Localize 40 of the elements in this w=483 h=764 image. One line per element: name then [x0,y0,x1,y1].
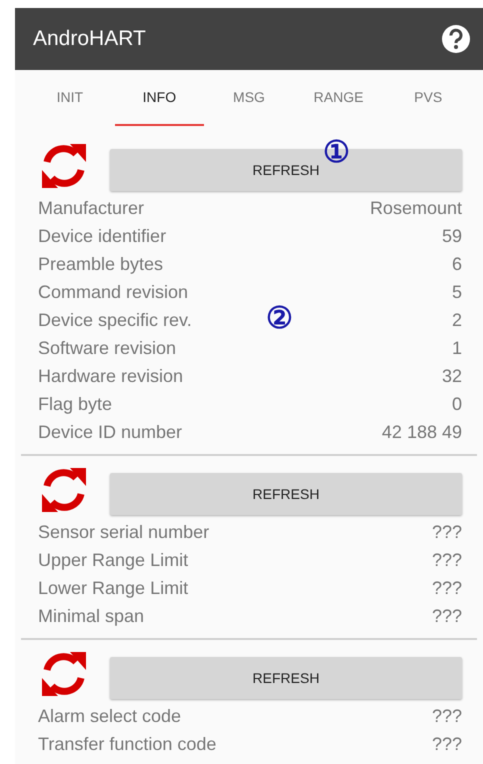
tab[interactable]: INFO [114,70,204,126]
refresh-button[interactable]: REFRESH [110,473,462,515]
field-label: Hardware revision [38,366,184,386]
field-value: 5 [452,282,462,302]
field-label: Manufacturer [38,198,144,218]
field-value: 2 [452,310,462,330]
field-value: 32 [442,366,462,386]
tab[interactable]: MSG [204,70,294,126]
field-label: Software revision [38,338,176,358]
field-value: ??? [432,606,462,626]
callout-number: ② [266,304,293,334]
field-value: 59 [442,226,462,246]
field-label: Sensor serial number [38,522,210,542]
field-label: Minimal span [38,606,144,626]
field-value: ??? [432,706,462,726]
field-value: 42 188 49 [382,422,462,442]
help-icon[interactable] [441,24,471,54]
field-label: Alarm select code [38,706,182,726]
field-label: Device ID number [38,422,182,442]
field-value: ??? [432,550,462,570]
field-value: ??? [432,578,462,598]
refresh-button[interactable]: REFRESH [110,657,462,699]
field-value: ??? [432,522,462,542]
field-value: 0 [452,394,462,414]
tab[interactable]: INIT [25,70,115,126]
field-label: Upper Range Limit [38,550,188,570]
tab[interactable]: PVS [383,70,473,126]
field-label: Preamble bytes [38,254,164,274]
app-title: AndroHART [33,27,146,51]
field-value: Rosemount [370,198,462,218]
field-label: Lower Range Limit [38,578,188,598]
field-value: 1 [452,338,462,358]
field-value: ??? [432,734,462,754]
field-label: Command revision [38,282,188,302]
field-label: Device specific rev. [38,310,192,330]
tab[interactable]: RANGE [294,70,384,126]
field-label: Transfer function code [38,734,216,754]
field-label: Flag byte [38,394,112,414]
field-value: 6 [452,254,462,274]
field-label: Device identifier [38,226,166,246]
